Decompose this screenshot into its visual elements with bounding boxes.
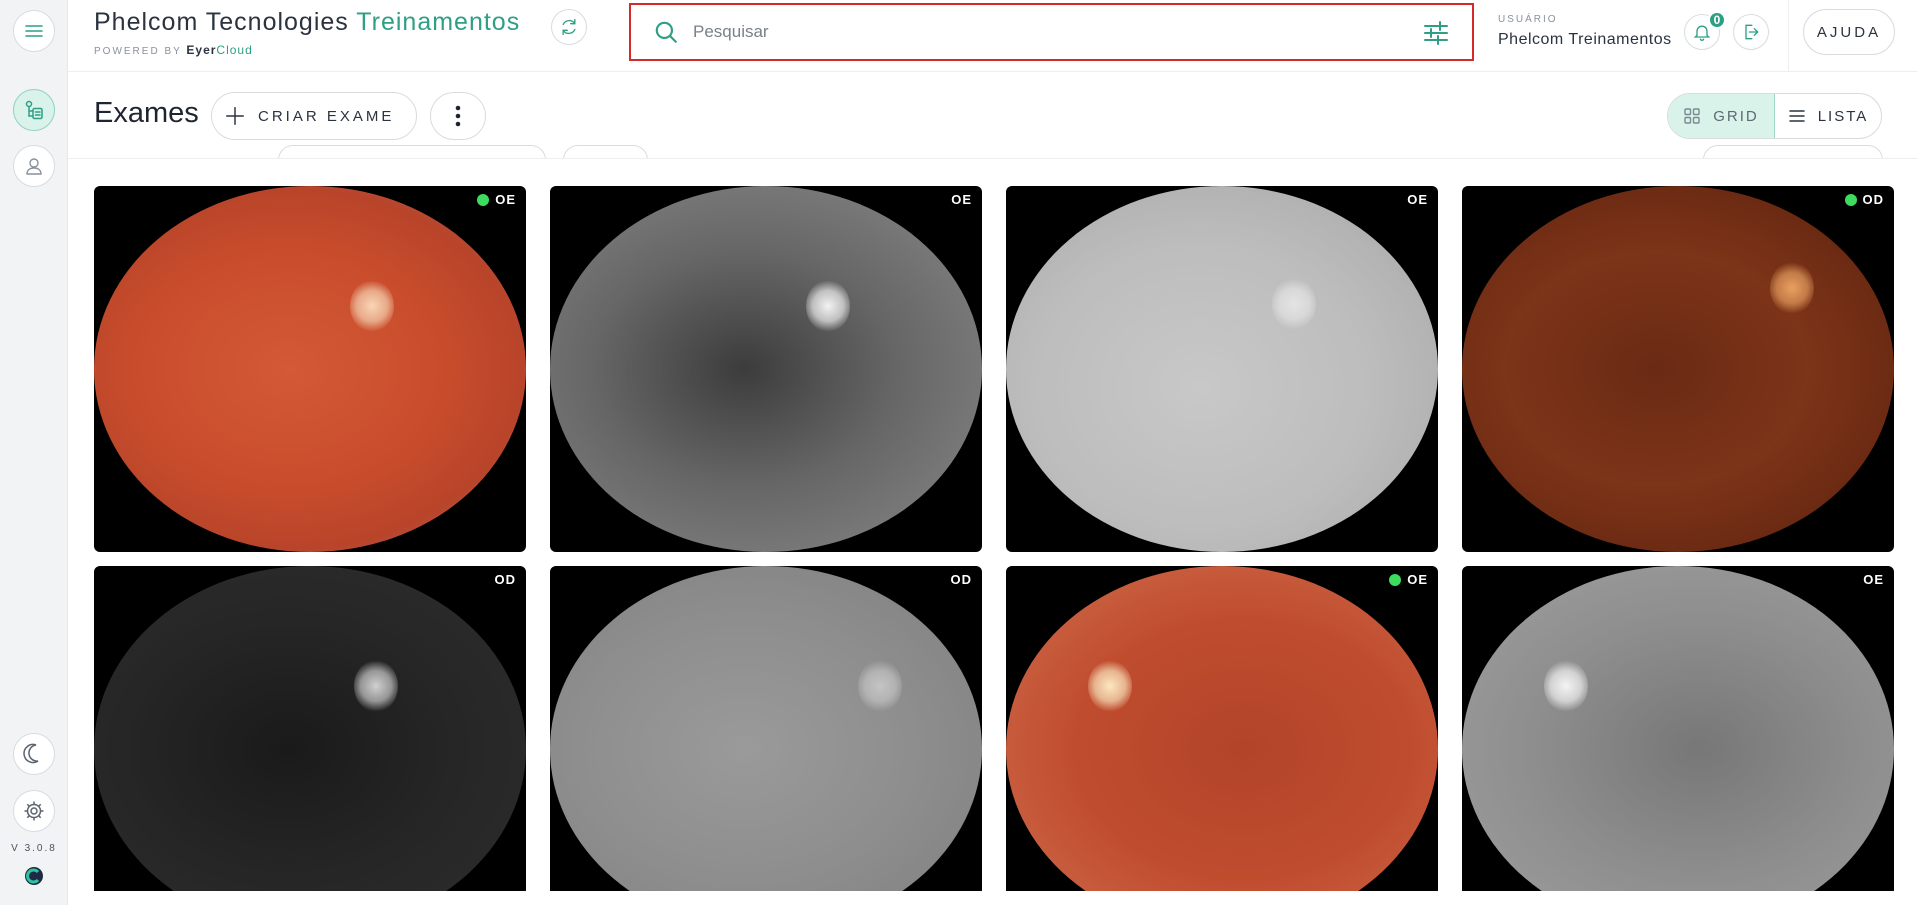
eye-side-text: OE (951, 192, 972, 207)
eye-side-label: OE (1407, 192, 1428, 207)
page-title: Exames (94, 97, 199, 129)
view-list-label: LISTA (1817, 107, 1869, 125)
fundus-image (1462, 566, 1894, 891)
exam-card[interactable]: OE (1462, 566, 1894, 891)
sidebar: V 3.0.8 (0, 0, 68, 905)
user-label: USUÁRIO (1498, 14, 1558, 25)
fundus-image (1006, 566, 1438, 891)
optic-disc (806, 280, 850, 332)
exams-list-icon (25, 100, 43, 120)
exam-card[interactable]: OD (94, 566, 526, 891)
app-version: V 3.0.8 (11, 843, 57, 854)
plus-icon (226, 107, 244, 125)
help-button[interactable]: AJUDA (1803, 9, 1895, 55)
fundus-image (1006, 186, 1438, 552)
refresh-icon (562, 18, 576, 36)
brand: Phelcom Tecnologies Treinamentos POWERED… (94, 8, 520, 57)
exam-card[interactable]: OD (550, 566, 982, 891)
search-input[interactable] (693, 22, 1393, 42)
eye-side-text: OD (1862, 192, 1884, 207)
eye-side-text: OE (1407, 192, 1428, 207)
hamburger-icon (25, 25, 43, 37)
fundus-image (94, 186, 526, 552)
exam-card[interactable]: OE (550, 186, 982, 552)
gear-icon (24, 801, 44, 821)
sort-pill-hidden (1703, 145, 1883, 158)
eye-side-text: OE (1407, 572, 1428, 587)
eye-side-label: OD (951, 572, 973, 587)
logout-button[interactable] (1733, 14, 1769, 50)
status-dot-icon (1389, 573, 1402, 586)
notifications-badge: 0 (1708, 11, 1726, 29)
logout-icon (1745, 24, 1759, 40)
eye-side-text: OD (950, 572, 972, 587)
eye-side-label: OE (477, 192, 516, 207)
view-list-button[interactable]: LISTA (1775, 94, 1881, 138)
eye-side-label: OD (495, 572, 517, 587)
fundus-image (550, 566, 982, 891)
menu-button[interactable] (13, 10, 55, 52)
refresh-button[interactable] (551, 9, 587, 45)
eye-side-label: OE (951, 192, 972, 207)
eye-side-text: OE (1863, 572, 1884, 587)
optic-disc (350, 280, 394, 332)
exam-card[interactable]: OE (1006, 186, 1438, 552)
view-grid-button[interactable]: GRID (1668, 94, 1775, 138)
phelcom-logo-icon (25, 867, 43, 885)
user-info: USUÁRIO Phelcom Treinamentos (1498, 14, 1672, 49)
search-icon (655, 21, 677, 43)
dark-mode-toggle[interactable] (13, 733, 55, 775)
view-toggle: GRID LISTA (1667, 93, 1882, 139)
optic-disc (1088, 660, 1132, 712)
filter-pill-hidden (278, 145, 546, 158)
optic-disc (1544, 660, 1588, 712)
user-name: Phelcom Treinamentos (1498, 31, 1672, 48)
grid-icon (1684, 108, 1700, 124)
more-vertical-icon (455, 105, 461, 127)
fundus-image (550, 186, 982, 552)
exam-card[interactable]: OE (94, 186, 526, 552)
search-box[interactable] (629, 3, 1474, 61)
exam-card[interactable]: OD (1462, 186, 1894, 552)
status-dot-icon (477, 193, 490, 206)
powered-by: POWERED BY EyerCloud (94, 43, 253, 57)
eye-side-text: OD (494, 572, 516, 587)
eye-side-label: OE (1863, 572, 1884, 587)
exam-grid: OE OE OE OD OD OD OE OE (94, 186, 1897, 891)
create-exam-label: CRIAR EXAME (258, 107, 395, 125)
more-options-button[interactable] (430, 92, 486, 140)
sidebar-item-patients[interactable] (13, 145, 55, 187)
fundus-image (94, 566, 526, 891)
optic-disc (858, 660, 902, 712)
optic-disc (1770, 262, 1814, 314)
brand-title-accent: Treinamentos (356, 8, 521, 36)
eye-side-label: OE (1389, 572, 1428, 587)
settings-button[interactable] (13, 790, 55, 832)
filters-icon[interactable] (1421, 18, 1451, 48)
filter-pill-hidden-2 (563, 145, 648, 158)
moon-icon (23, 743, 39, 764)
optic-disc (354, 660, 398, 712)
eye-side-label: OD (1844, 192, 1885, 207)
header-divider (1788, 0, 1789, 72)
list-icon (1788, 110, 1805, 122)
sidebar-item-exams[interactable] (13, 89, 55, 131)
user-icon (26, 158, 42, 175)
create-exam-button[interactable]: CRIAR EXAME (211, 92, 417, 140)
fundus-image (1462, 186, 1894, 552)
eye-side-text: OE (495, 192, 516, 207)
brand-title: Phelcom Tecnologies Treinamentos (94, 8, 521, 36)
optic-disc (1272, 278, 1316, 330)
view-grid-label: GRID (1713, 107, 1759, 125)
exam-card[interactable]: OE (1006, 566, 1438, 891)
top-header: Phelcom Tecnologies Treinamentos POWERED… (68, 0, 1917, 72)
status-dot-icon (1844, 193, 1857, 206)
exams-toolbar: Exames CRIAR EXAME GRID LISTA (68, 73, 1917, 159)
